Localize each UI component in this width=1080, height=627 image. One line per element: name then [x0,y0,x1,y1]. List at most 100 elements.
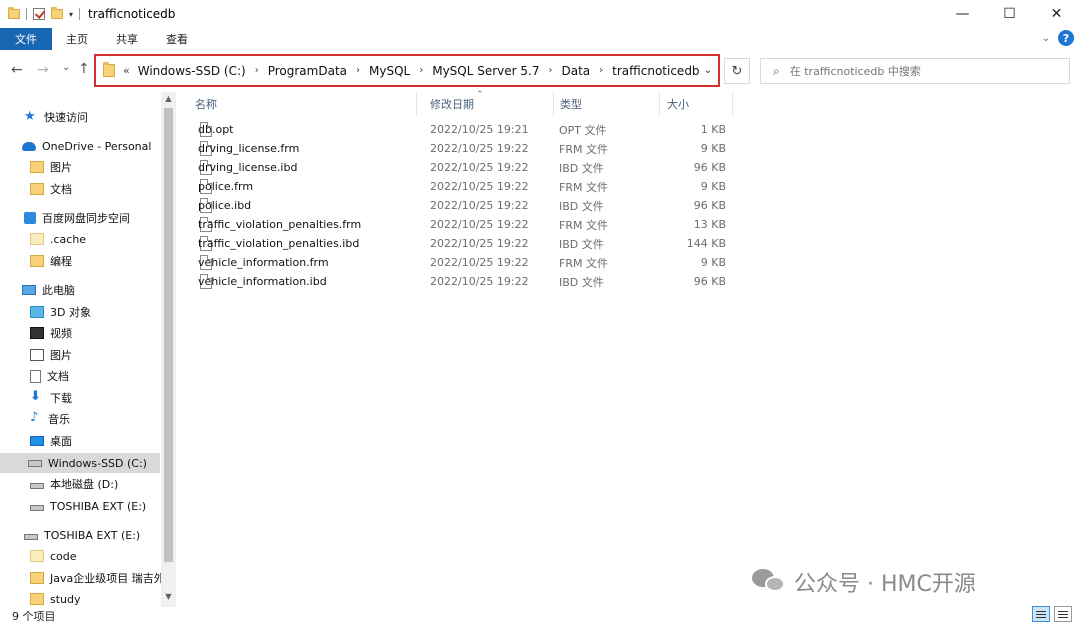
sidebar-item[interactable]: study [0,589,81,607]
overflow-chevron-icon[interactable]: « [123,64,130,77]
breadcrumb-drive[interactable]: Windows-SSD (C:) [138,64,246,78]
sidebar-item[interactable]: 图片 [0,157,72,177]
file-row[interactable]: drving_license.ibd 2022/10/25 19:22 IBD 文件… [176,158,1080,177]
customize-toolbar-icon[interactable]: ▾ [69,10,73,19]
breadcrumb-separator-icon[interactable]: › [599,65,603,76]
scroll-down-icon[interactable]: ▼ [161,592,176,601]
file-row[interactable]: db.opt 2022/10/25 19:21 OPT 文件 1 KB [176,120,1080,139]
expand-ribbon-icon[interactable]: ⌄ [1042,33,1050,44]
sidebar-item-label: 编程 [50,255,72,268]
sidebar-item[interactable]: TOSHIBA EXT (E:) [0,496,146,516]
scroll-up-icon[interactable]: ▲ [161,94,176,103]
breadcrumb-separator-icon[interactable]: › [356,65,360,76]
sidebar-item-label: Windows-SSD (C:) [48,456,147,470]
sidebar-item[interactable]: 百度网盘同步空间 [0,208,130,228]
sidebar-item[interactable]: Java企业级项目 瑞吉外 [0,568,165,588]
file-size: 96 KB [693,161,726,174]
sidebar-item-label: 文档 [47,370,69,383]
file-type: IBD 文件 [559,199,604,213]
file-name: drving_license.ibd [198,161,298,174]
scrollbar-thumb[interactable] [164,108,173,562]
search-input[interactable] [789,64,1050,78]
sidebar-item[interactable]: Windows-SSD (C:) [0,453,160,473]
tab-file[interactable]: 文件 [0,28,52,50]
sidebar-item[interactable]: ♪ 音乐 [0,409,70,429]
minimize-button[interactable]: — [939,0,986,28]
address-dropdown-icon[interactable]: ⌄ [704,65,712,76]
breadcrumb-separator-icon[interactable]: › [255,65,259,76]
address-bar[interactable]: « Windows-SSD (C:) › ProgramData › MySQL… [94,54,720,87]
sidebar-item[interactable]: 图片 [0,345,72,365]
large-icons-view-icon[interactable] [1054,606,1072,622]
folder-icon [30,255,44,267]
breadcrumb-separator-icon[interactable]: › [419,65,423,76]
file-list-header: ⌃ 名称 修改日期 类型 大小 [176,90,1080,116]
sidebar-item-label: 下载 [50,392,72,405]
sidebar-item[interactable]: 文档 [0,179,72,199]
pc-icon [22,285,36,295]
recent-locations-icon[interactable]: ⌄ [62,62,70,73]
column-size[interactable]: 大小 [661,92,733,116]
download-icon: ⬇ [30,389,41,404]
file-name: db.opt [198,123,234,136]
column-type[interactable]: 类型 [554,92,660,116]
file-row[interactable]: traffic_violation_penalties.ibd 2022/10/2… [176,234,1080,253]
breadcrumb-programdata[interactable]: ProgramData [268,64,347,78]
refresh-button[interactable]: ↻ [724,58,750,84]
file-row[interactable]: traffic_violation_penalties.frm 2022/10/2… [176,215,1080,234]
new-folder-icon[interactable] [51,7,63,19]
sidebar-item[interactable]: ⬇ 下载 [0,388,72,408]
tab-share[interactable]: 共享 [102,28,152,50]
column-date[interactable]: 修改日期 [424,92,554,116]
sidebar-item[interactable]: 3D 对象 [0,302,91,322]
file-row[interactable]: police.frm 2022/10/25 19:22 FRM 文件 9 KB [176,177,1080,196]
breadcrumb-mysql[interactable]: MySQL [369,64,410,78]
quick-access-toolbar: ▾ [8,7,81,20]
file-date: 2022/10/25 19:22 [430,275,529,288]
sidebar-scrollbar[interactable]: ▲ ▼ [161,92,176,607]
tab-view[interactable]: 查看 [152,28,202,50]
breadcrumb-separator-icon[interactable]: › [549,65,553,76]
sidebar-item[interactable]: 编程 [0,251,72,271]
sidebar-item[interactable]: 视频 [0,323,72,343]
file-row[interactable]: vehicle_information.frm 2022/10/25 19:22 F… [176,253,1080,272]
sidebar-item[interactable]: OneDrive - Personal [0,136,151,156]
cloud-icon [22,141,36,151]
breadcrumb-mysql-server[interactable]: MySQL Server 5.7 [432,64,539,78]
breadcrumb-trafficnoticedb[interactable]: trafficnoticedb [612,64,699,78]
file-name: police.frm [198,180,254,193]
sidebar-item[interactable]: 此电脑 [0,280,75,300]
file-type: OPT 文件 [559,123,607,137]
file-date: 2022/10/25 19:21 [430,123,529,136]
close-button[interactable]: ✕ [1033,0,1080,28]
file-name: vehicle_information.ibd [198,275,327,288]
tab-home[interactable]: 主页 [52,28,102,50]
file-name: traffic_violation_penalties.frm [198,218,362,231]
forward-arrow-icon[interactable]: → [37,62,49,78]
sidebar-item[interactable]: code [0,546,77,566]
file-date: 2022/10/25 19:22 [430,237,529,250]
file-row[interactable]: vehicle_information.ibd 2022/10/25 19:22 I… [176,272,1080,291]
sidebar-item[interactable]: 文档 [0,366,69,386]
sidebar-item[interactable]: ★ 快速访问 [0,107,88,127]
back-arrow-icon[interactable]: ← [11,62,23,78]
properties-icon[interactable] [33,8,45,20]
file-row[interactable]: drving_license.frm 2022/10/25 19:22 FRM 文件… [176,139,1080,158]
maximize-button[interactable]: ☐ [986,0,1033,28]
sidebar-item[interactable]: TOSHIBA EXT (E:) [0,525,140,545]
sidebar-item[interactable]: 桌面 [0,431,72,451]
sidebar-item[interactable]: 本地磁盘 (D:) [0,474,118,494]
folder-icon [8,7,20,19]
sidebar-item[interactable]: .cache [0,229,86,249]
up-arrow-icon[interactable]: ↑ [78,61,90,77]
details-view-icon[interactable] [1032,606,1050,622]
help-icon[interactable]: ? [1058,30,1074,46]
file-name: vehicle_information.frm [198,256,329,269]
view-toggle [1032,606,1072,622]
breadcrumb-data[interactable]: Data [562,64,591,78]
documents-icon [30,369,41,383]
search-box[interactable]: ⌕ [760,58,1070,84]
column-name[interactable]: 名称 [189,92,417,116]
file-row[interactable]: police.ibd 2022/10/25 19:22 IBD 文件 96 KB [176,196,1080,215]
file-type: FRM 文件 [559,218,608,232]
